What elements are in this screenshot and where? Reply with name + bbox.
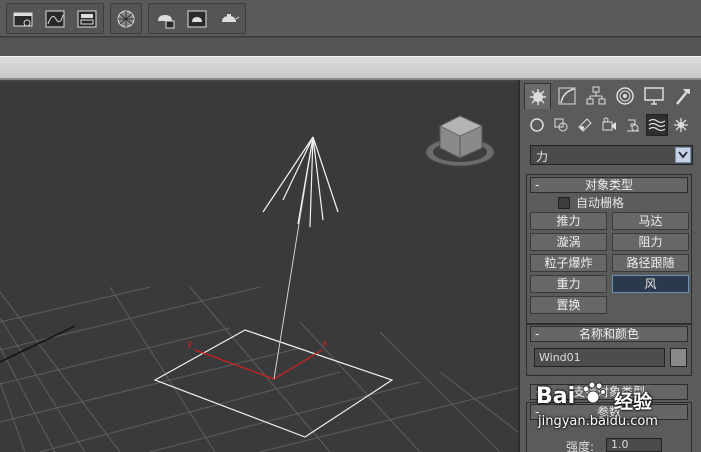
rollout-toggle: - xyxy=(535,327,540,341)
category-dropdown-value: 力 xyxy=(536,150,549,164)
axis-y-label: y xyxy=(187,339,193,349)
create-tab-icon[interactable] xyxy=(524,83,551,109)
motion-tab-icon[interactable] xyxy=(611,83,638,109)
space-warps-tab-icon[interactable] xyxy=(646,114,668,136)
viewcube-icon[interactable] xyxy=(425,115,495,167)
secondary-bar xyxy=(0,38,701,56)
autogrid-checkbox-row[interactable]: 自动栅格 xyxy=(558,194,624,211)
ribbon-bar xyxy=(0,56,701,80)
rendered-frame-icon[interactable] xyxy=(185,8,209,30)
axis-y-line xyxy=(194,349,275,380)
create-subcategory-tabs xyxy=(526,114,696,138)
drag-button[interactable]: 阻力 xyxy=(612,233,689,251)
rollout-toggle: - xyxy=(535,178,540,192)
home-grid xyxy=(0,286,518,452)
rollout-toggle: + xyxy=(535,385,546,399)
hierarchy-tab-icon[interactable] xyxy=(582,83,609,109)
toolbar-group-material xyxy=(110,3,142,34)
rollout-title: 名称和颜色 xyxy=(578,327,639,341)
axis-x-label: x xyxy=(322,339,328,349)
gravity-button[interactable]: 重力 xyxy=(530,275,607,293)
supports-objects-rollout-header[interactable]: + 支持对象类型 xyxy=(530,384,688,400)
lights-tab-icon[interactable] xyxy=(574,114,596,136)
curve-editor-icon[interactable] xyxy=(43,8,67,30)
render-teapot-icon[interactable] xyxy=(217,8,241,30)
material-editor-icon[interactable] xyxy=(114,8,138,30)
modify-tab-icon[interactable] xyxy=(553,83,580,109)
autogrid-checkbox[interactable] xyxy=(558,196,570,209)
autogrid-label: 自动栅格 xyxy=(576,196,625,210)
perspective-viewport[interactable]: y x xyxy=(0,82,518,452)
wind-button[interactable]: 风 xyxy=(612,275,689,293)
command-panel-tabs xyxy=(524,83,699,109)
geometry-tab-icon[interactable] xyxy=(526,114,548,136)
rollout-title: 对象类型 xyxy=(584,178,633,192)
utilities-tab-icon[interactable] xyxy=(669,83,696,109)
strength-spinner[interactable]: 1.0 xyxy=(606,438,662,452)
axis-x-line xyxy=(273,349,323,380)
rollout-title: 支持对象类型 xyxy=(572,385,645,399)
motor-button[interactable]: 马达 xyxy=(612,212,689,230)
chevron-down-icon[interactable] xyxy=(675,147,691,163)
systems-tab-icon[interactable] xyxy=(670,114,692,136)
scene-explorer-icon[interactable] xyxy=(11,8,35,30)
push-button[interactable]: 推力 xyxy=(530,212,607,230)
rollout-title: 参数 xyxy=(596,405,621,419)
viewport-scene: y x xyxy=(0,115,518,452)
rollout-toggle: - xyxy=(535,405,540,419)
helpers-tab-icon[interactable] xyxy=(622,114,644,136)
app-window: y x 力 - 对象类型 自动栅格 推力 马达 漩涡 阻力 粒子爆炸 路径跟随 … xyxy=(0,0,701,452)
category-dropdown[interactable]: 力 xyxy=(530,145,693,165)
vortex-button[interactable]: 漩涡 xyxy=(530,233,607,251)
main-toolbar xyxy=(0,0,701,37)
name-color-rollout-header[interactable]: - 名称和颜色 xyxy=(530,326,688,342)
parameters-rollout-header[interactable]: - 参数 xyxy=(530,404,688,420)
display-tab-icon[interactable] xyxy=(640,83,667,109)
cameras-tab-icon[interactable] xyxy=(598,114,620,136)
displace-button[interactable]: 置换 xyxy=(530,296,607,314)
strength-label: 强度: xyxy=(566,440,595,452)
schematic-view-icon[interactable] xyxy=(75,8,99,30)
object-color-swatch[interactable] xyxy=(670,348,687,367)
toolbar-group-render xyxy=(148,3,246,34)
pbomb-button[interactable]: 粒子爆炸 xyxy=(530,254,607,272)
command-panel: 力 - 对象类型 自动栅格 推力 马达 漩涡 阻力 粒子爆炸 路径跟随 重力 风… xyxy=(518,80,701,452)
toolbar-group-editors xyxy=(6,3,104,34)
shapes-tab-icon[interactable] xyxy=(550,114,572,136)
render-setup-icon[interactable] xyxy=(153,8,177,30)
object-name-field[interactable]: Wind01 xyxy=(534,348,665,367)
object-type-rollout-header[interactable]: - 对象类型 xyxy=(530,177,688,193)
path-follow-button[interactable]: 路径跟随 xyxy=(612,254,689,272)
